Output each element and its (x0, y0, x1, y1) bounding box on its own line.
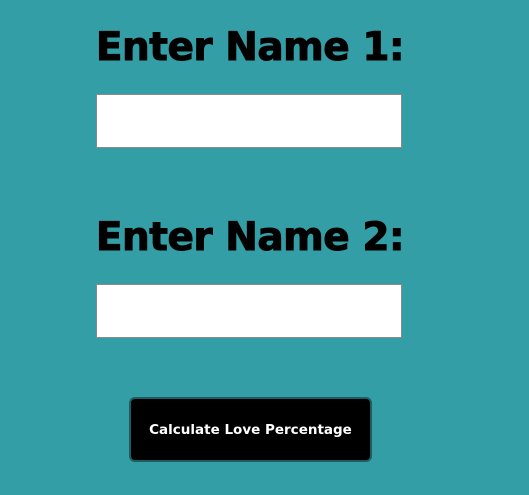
name1-label: Enter Name 1: (95, 25, 405, 71)
name1-input[interactable] (96, 94, 402, 148)
calculate-love-percentage-button[interactable]: Calculate Love Percentage (129, 397, 372, 462)
name2-label: Enter Name 2: (95, 215, 405, 261)
name2-input[interactable] (96, 284, 402, 338)
